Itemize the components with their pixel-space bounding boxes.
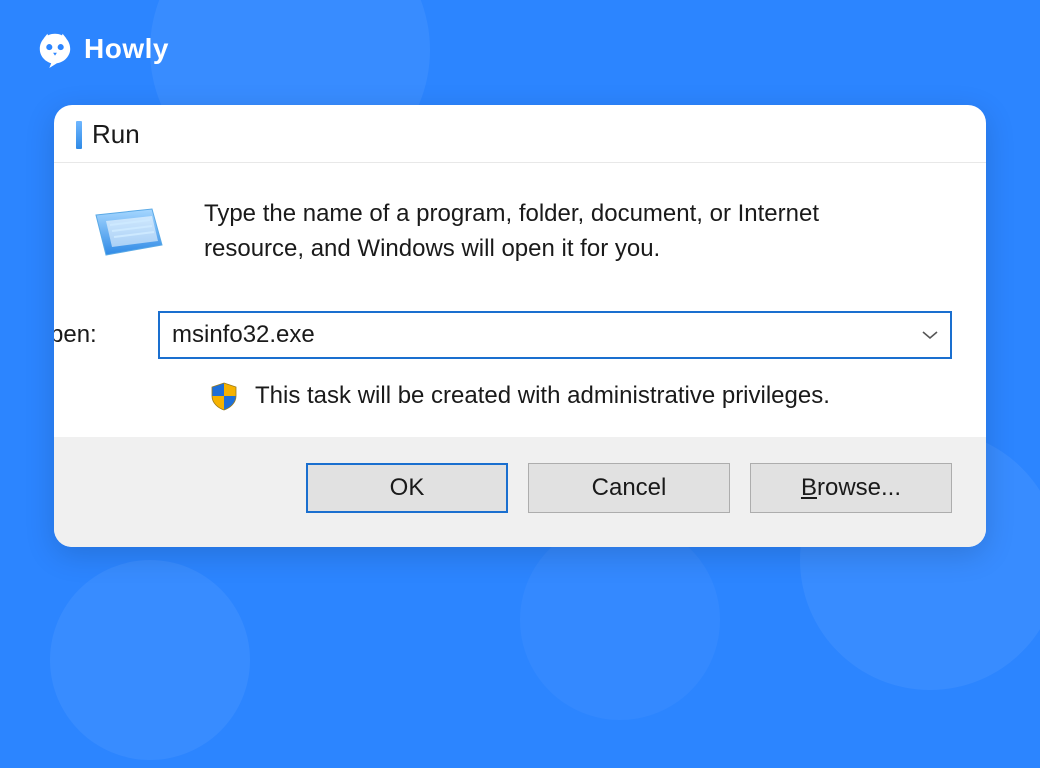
open-input[interactable] [158, 311, 952, 359]
browse-button[interactable]: Browse... [750, 463, 952, 513]
run-dialog: Run Type the name of a program, folder, … [54, 105, 986, 547]
titlebar[interactable]: Run [54, 105, 986, 163]
window-title: Run [92, 119, 140, 150]
run-program-icon [92, 207, 166, 259]
window-icon [76, 121, 82, 149]
shield-icon [209, 381, 239, 411]
bg-circle [520, 520, 720, 720]
bg-circle [50, 560, 250, 760]
open-combo[interactable] [158, 311, 952, 359]
cancel-button-label: Cancel [592, 474, 667, 502]
ok-button-label: OK [390, 474, 425, 502]
owl-icon [36, 30, 74, 68]
instruction-text: Type the name of a program, folder, docu… [204, 197, 912, 267]
cancel-button[interactable]: Cancel [528, 463, 730, 513]
brand-name: Howly [84, 33, 169, 65]
dialog-footer: OK Cancel Browse... [54, 437, 986, 547]
ok-button[interactable]: OK [306, 463, 508, 513]
admin-privileges-text: This task will be created with administr… [255, 382, 830, 410]
open-label: pen: [54, 321, 158, 349]
brand-logo: Howly [36, 30, 169, 68]
browse-button-label: Browse... [801, 474, 901, 502]
